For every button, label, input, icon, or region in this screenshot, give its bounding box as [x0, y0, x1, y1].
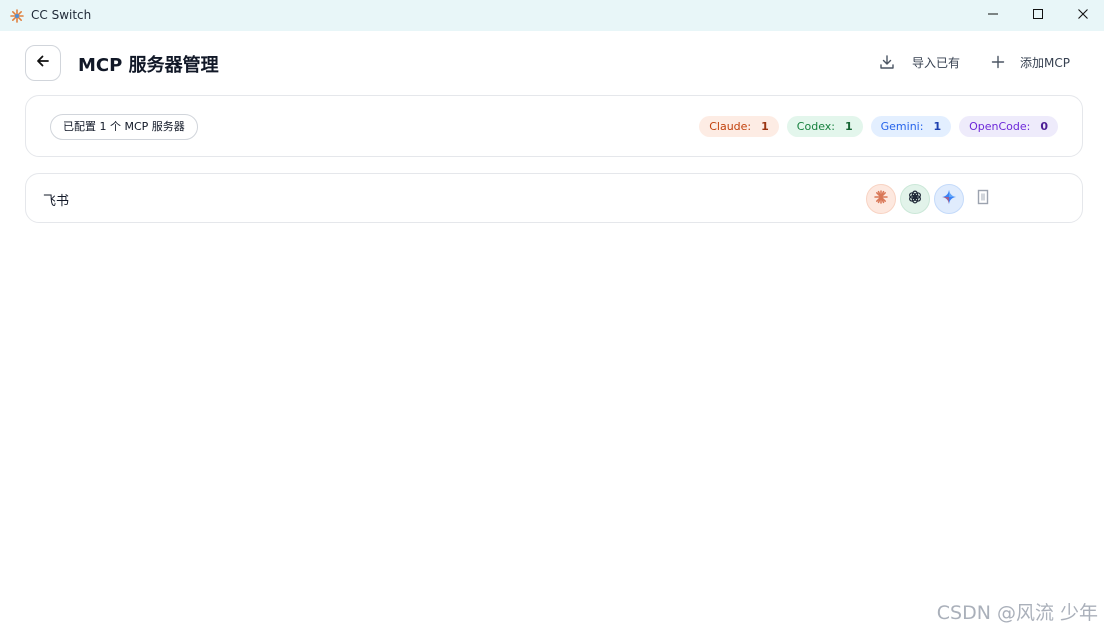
add-mcp-label: 添加MCP — [1020, 55, 1070, 70]
window-titlebar[interactable]: CC Switch — [0, 0, 1104, 31]
minimize-icon — [987, 8, 999, 24]
badge-label: Claude: — [709, 120, 752, 133]
badge-count: 1 — [933, 120, 942, 133]
import-existing-label: 导入已有 — [912, 55, 961, 70]
page-title: MCP 服务器管理 — [78, 55, 219, 76]
close-button[interactable] — [1060, 0, 1104, 31]
gemini-toggle[interactable] — [934, 184, 964, 214]
badge-count: 1 — [844, 120, 853, 133]
import-existing-button[interactable]: 导入已有 — [878, 53, 960, 71]
back-button[interactable] — [25, 45, 61, 81]
download-icon — [878, 53, 896, 71]
codex-count-badge: Codex: 1 — [786, 116, 863, 137]
add-mcp-button[interactable]: 添加MCP — [989, 53, 1070, 71]
claude-count-badge: Claude: 1 — [699, 116, 779, 137]
openai-icon — [907, 189, 923, 209]
badge-count: 0 — [1040, 120, 1048, 133]
opencode-toggle[interactable] — [968, 184, 998, 214]
minimize-button[interactable] — [970, 0, 1016, 31]
server-count-pill: 已配置 1 个 MCP 服务器 — [50, 114, 198, 140]
claude-toggle[interactable] — [866, 184, 896, 214]
arrow-left-icon — [35, 53, 51, 73]
sunburst-app-icon — [10, 8, 24, 23]
server-name: 飞书 — [43, 194, 70, 209]
watermark-text: CSDN @风流 少年 — [936, 602, 1098, 624]
opencode-icon — [977, 189, 989, 209]
maximize-button[interactable] — [1015, 0, 1061, 31]
badge-label: Codex: — [796, 120, 835, 133]
gemini-count-badge: Gemini: 1 — [870, 116, 952, 137]
badge-label: Gemini: — [880, 120, 924, 133]
badge-label: OpenCode: — [969, 120, 1031, 133]
opencode-count-badge: OpenCode: 0 — [959, 116, 1058, 137]
mcp-server-card[interactable]: 飞书 — [25, 173, 1083, 223]
maximize-icon — [1032, 8, 1044, 24]
gemini-icon — [941, 189, 957, 209]
summary-card: 已配置 1 个 MCP 服务器 Claude: 1 Codex: 1 Gemin… — [25, 95, 1083, 157]
close-icon — [1077, 8, 1089, 24]
badge-count: 1 — [761, 120, 769, 133]
window-title: CC Switch — [31, 8, 92, 22]
claude-icon — [873, 189, 889, 209]
app-count-badges: Claude: 1 Codex: 1 Gemini: 1 OpenCode: 0 — [699, 116, 1058, 137]
plus-icon — [989, 53, 1007, 71]
codex-toggle[interactable] — [900, 184, 930, 214]
